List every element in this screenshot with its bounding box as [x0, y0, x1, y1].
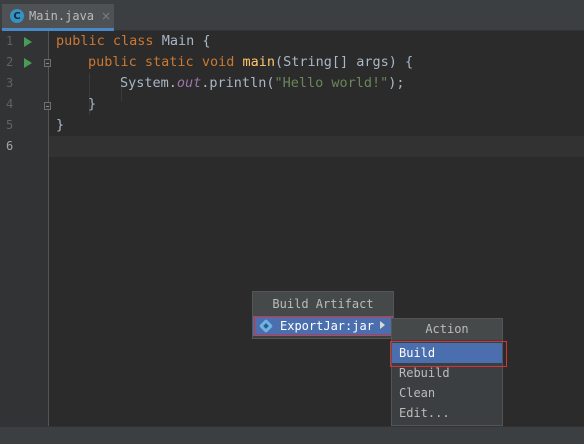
code-editor[interactable]: public class Main { public static void m… [49, 31, 584, 426]
code-static-field: out [176, 75, 202, 91]
code-brace: { [202, 33, 211, 49]
line-number: 3 [6, 76, 14, 90]
code-params: (String[] args) { [275, 54, 414, 70]
line-number: 2 [6, 55, 14, 69]
java-class-icon: C [10, 9, 24, 23]
tab-main-java[interactable]: C Main.java × [2, 4, 114, 31]
editor-gutter: 1 2 3 4 5 6 [0, 31, 51, 426]
code-object: System. [120, 75, 177, 91]
code-brace: } [56, 117, 65, 133]
code-keyword: class [112, 33, 154, 49]
popup-title: Action [392, 319, 502, 340]
close-icon[interactable]: × [101, 9, 111, 23]
code-line-2: public static void main(String[] args) { [88, 52, 413, 73]
editor-tab-bar: C Main.java × [0, 0, 584, 31]
artifact-item-exportjar[interactable]: ExportJar:jar [253, 316, 393, 336]
code-line-5: } [56, 115, 64, 136]
action-item-edit[interactable]: Edit... [392, 403, 502, 423]
code-keyword: public [88, 54, 137, 70]
code-line-4: } [88, 94, 96, 115]
run-main-icon[interactable] [24, 58, 32, 68]
status-bar [0, 426, 584, 444]
code-line-1: public class Main { [56, 31, 211, 52]
line-number: 5 [6, 118, 14, 132]
action-item-clean[interactable]: Clean [392, 383, 502, 403]
code-class-name: Main [161, 33, 195, 49]
code-method-name: main [242, 54, 276, 70]
action-popup: Action Build Rebuild Clean Edit... [391, 318, 503, 426]
build-artifact-popup: Build Artifact ExportJar:jar [252, 291, 394, 339]
code-keyword: public [56, 33, 105, 49]
action-item-rebuild[interactable]: Rebuild [392, 363, 502, 383]
code-call: .println( [201, 75, 275, 91]
tab-label: Main.java [29, 9, 95, 23]
code-end: ); [388, 75, 405, 91]
submenu-arrow-icon [380, 321, 385, 329]
line-number: 4 [6, 97, 14, 111]
code-keyword: static [144, 54, 194, 70]
code-string: "Hello world!" [274, 75, 389, 91]
code-brace: } [88, 96, 97, 112]
code-keyword: void [201, 54, 235, 70]
popup-title: Build Artifact [253, 292, 393, 316]
artifact-item-label: ExportJar:jar [280, 319, 374, 333]
action-item-build[interactable]: Build [392, 343, 502, 363]
artifact-icon [258, 318, 274, 334]
code-line-3: System.out.println("Hello world!"); [120, 73, 405, 94]
line-number-current: 6 [6, 139, 14, 153]
line-number: 1 [6, 34, 14, 48]
run-class-icon[interactable] [24, 37, 32, 47]
current-line-highlight [49, 136, 584, 157]
